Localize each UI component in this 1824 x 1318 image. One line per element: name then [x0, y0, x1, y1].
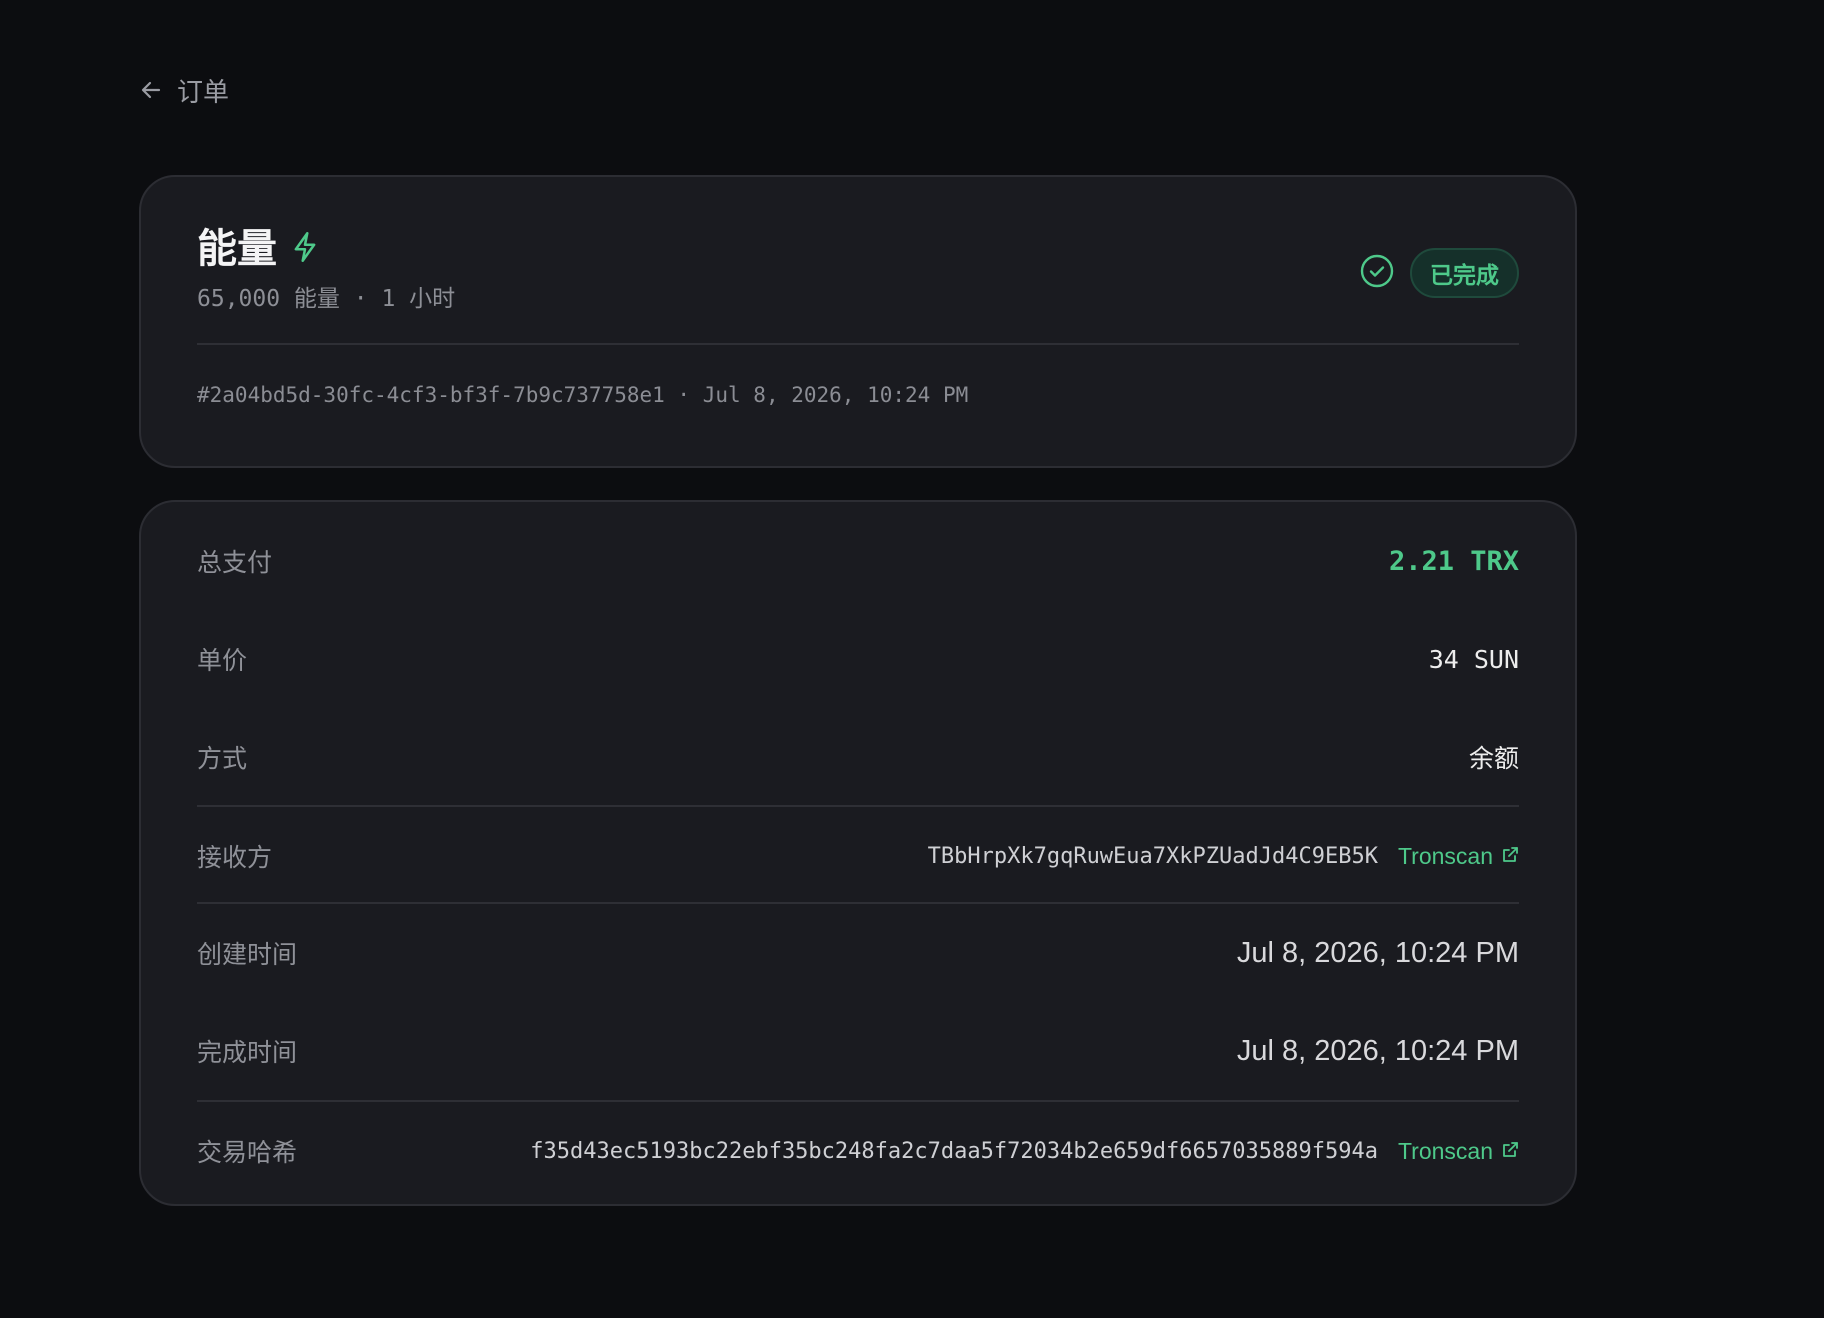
external-link-icon [1501, 843, 1519, 870]
back-link[interactable]: 订单 [139, 72, 229, 108]
status-group: 已完成 [1360, 248, 1519, 298]
detail-row-method: 方式 余额 [197, 737, 1519, 777]
method-label: 方式 [197, 745, 248, 773]
external-link-icon [1501, 1138, 1519, 1165]
tx-hash-tronscan-link[interactable]: Tronscan [1398, 1138, 1519, 1165]
order-subtitle: 65,000 能量 · 1 小时 [197, 286, 456, 312]
detail-row-completed: 完成时间 Jul 8, 2026, 10:24 PM [197, 1031, 1519, 1071]
detail-row-created: 创建时间 Jul 8, 2026, 10:24 PM [197, 933, 1519, 973]
tx-hash-label: 交易哈希 [197, 1139, 298, 1167]
order-title: 能量 [197, 227, 277, 271]
receiver-value-group: TBbHrpXk7gqRuwEua7XkPZUadJd4C9EB5K Trons… [928, 843, 1519, 870]
created-value: Jul 8, 2026, 10:24 PM [1236, 936, 1519, 969]
detail-row-unit-price: 单价 34 SUN [197, 639, 1519, 679]
completed-value: Jul 8, 2026, 10:24 PM [1236, 1034, 1519, 1067]
tx-hash-value-group: f35d43ec5193bc22ebf35bc248fa2c7daa5f7203… [530, 1138, 1519, 1165]
tronscan-link-label: Tronscan [1397, 1137, 1493, 1164]
created-label: 创建时间 [197, 941, 298, 969]
back-link-label: 订单 [177, 76, 230, 107]
divider [197, 1100, 1519, 1102]
divider [197, 805, 1519, 807]
divider [197, 902, 1519, 904]
receiver-label: 接收方 [197, 844, 273, 872]
order-details-card: 总支付 2.21 TRX 单价 34 SUN 方式 余额 接收方 TBbHrpX… [139, 500, 1577, 1206]
unit-price-label: 单价 [197, 647, 248, 675]
status-badge: 已完成 [1410, 248, 1519, 298]
detail-row-total: 总支付 2.21 TRX [197, 541, 1519, 581]
order-summary-card: 能量 65,000 能量 · 1 小时 已完成 #2a04bd5d-30fc-4… [139, 175, 1577, 468]
tronscan-link-label: Tronscan [1397, 842, 1493, 869]
detail-row-receiver: 接收方 TBbHrpXk7gqRuwEua7XkPZUadJd4C9EB5K T… [197, 836, 1519, 876]
detail-row-tx-hash: 交易哈希 f35d43ec5193bc22ebf35bc248fa2c7daa5… [197, 1131, 1519, 1171]
receiver-tronscan-link[interactable]: Tronscan [1398, 843, 1519, 870]
completed-label: 完成时间 [197, 1039, 298, 1067]
divider [197, 343, 1519, 345]
receiver-address: TBbHrpXk7gqRuwEua7XkPZUadJd4C9EB5K [927, 843, 1378, 869]
tx-hash-value: f35d43ec5193bc22ebf35bc248fa2c7daa5f7203… [530, 1138, 1378, 1164]
order-meta: #2a04bd5d-30fc-4cf3-bf3f-7b9c737758e1 · … [197, 383, 969, 407]
check-circle-icon [1360, 254, 1394, 293]
arrow-left-icon [139, 78, 163, 102]
method-value: 余额 [1468, 745, 1519, 773]
total-value: 2.21 TRX [1388, 545, 1519, 577]
unit-price-value: 34 SUN [1428, 644, 1519, 674]
order-title-row: 能量 [197, 229, 319, 269]
lightning-bolt-icon [291, 231, 319, 268]
total-label: 总支付 [197, 549, 273, 577]
